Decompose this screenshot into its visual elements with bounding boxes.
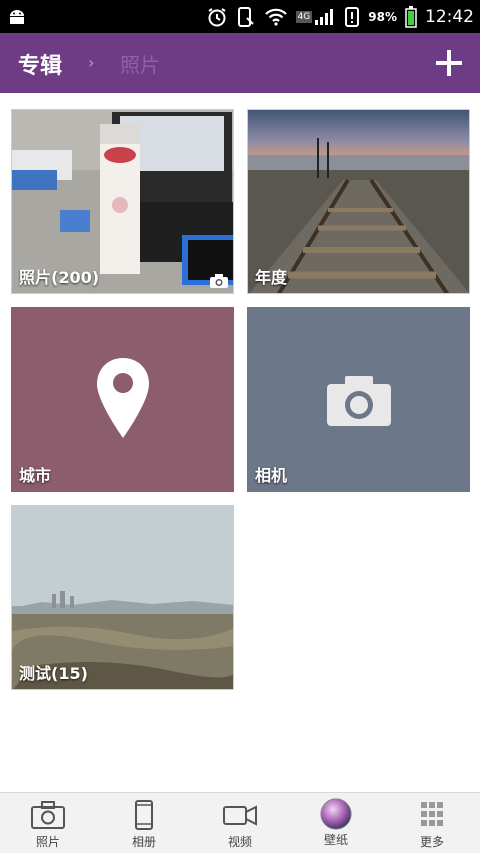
camera-icon bbox=[31, 801, 65, 829]
album-tile-test[interactable]: 测试(15) bbox=[11, 505, 234, 690]
album-tile-city[interactable]: 城市 bbox=[11, 307, 234, 492]
nav-label: 相册 bbox=[131, 835, 156, 849]
phone-signal-icon bbox=[237, 6, 254, 27]
phone-icon bbox=[135, 800, 153, 830]
nav-item-video[interactable]: 视频 bbox=[192, 793, 288, 853]
album-tile-year[interactable]: 年度 bbox=[247, 109, 470, 294]
breadcrumb-separator: › bbox=[88, 53, 95, 72]
header-bar: 专辑 › 照片 bbox=[0, 33, 480, 93]
location-pin-icon bbox=[97, 358, 149, 438]
sim-notice-icon bbox=[345, 6, 360, 27]
nav-item-more[interactable]: 更多 bbox=[384, 793, 480, 853]
camera-icon bbox=[327, 376, 391, 426]
album-label: 相机 bbox=[255, 466, 288, 485]
bottom-nav: 照片 相册 视频 壁纸 更多 bbox=[0, 792, 480, 853]
album-label: 测试(15) bbox=[19, 664, 88, 683]
grid-icon bbox=[421, 802, 443, 826]
wallpaper-icon bbox=[320, 798, 352, 830]
nav-item-albums[interactable]: 相册 bbox=[96, 793, 192, 853]
network-type: 4G bbox=[295, 10, 313, 23]
nav-item-photos[interactable]: 照片 bbox=[0, 793, 96, 853]
nav-label: 照片 bbox=[35, 835, 60, 849]
add-album-button[interactable] bbox=[436, 50, 462, 76]
breadcrumb-root[interactable]: 专辑 bbox=[18, 48, 62, 80]
nav-label: 壁纸 bbox=[323, 833, 348, 847]
android-icon bbox=[10, 10, 24, 24]
album-label: 城市 bbox=[19, 466, 52, 485]
battery-icon bbox=[405, 5, 417, 28]
wifi-icon bbox=[264, 8, 287, 26]
clock: 12:42 bbox=[425, 6, 474, 27]
album-tile-photos[interactable]: 照片(200) bbox=[11, 109, 234, 294]
alarm-icon bbox=[208, 7, 226, 26]
album-label: 照片(200) bbox=[19, 268, 100, 287]
nav-item-wallpaper[interactable]: 壁纸 bbox=[288, 793, 384, 853]
album-tile-camera[interactable]: 相机 bbox=[247, 307, 470, 492]
battery-percent: 98% bbox=[368, 9, 397, 24]
nav-label: 视频 bbox=[227, 835, 252, 849]
breadcrumb-current: 照片 bbox=[120, 53, 160, 77]
album-label: 年度 bbox=[255, 268, 288, 287]
nav-label: 更多 bbox=[419, 835, 444, 849]
status-bar: 4G 98% 12:42 bbox=[0, 0, 480, 33]
cell-signal-icon: 4G bbox=[295, 8, 337, 26]
camera-icon bbox=[210, 274, 228, 288]
video-icon bbox=[223, 805, 257, 826]
